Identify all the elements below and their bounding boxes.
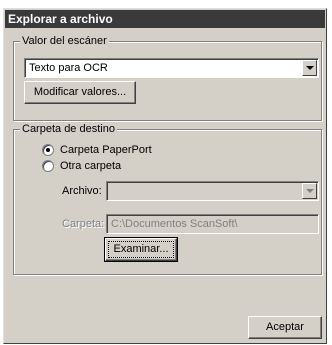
folder-path-field[interactable]: C:\Documentos ScanSoft\ (106, 214, 319, 234)
destination-folder-label: Carpeta de destino (20, 122, 117, 136)
modify-settings-button[interactable]: Modificar valores... (24, 81, 136, 104)
radio-other-folder[interactable]: Otra carpeta (42, 159, 121, 173)
scan-mode-select[interactable]: Texto para OCR (24, 58, 319, 78)
explore-to-file-dialog: Explorar a archivo Valor del escáner Tex… (3, 8, 327, 344)
file-select[interactable] (106, 181, 319, 201)
chevron-down-icon (305, 189, 314, 193)
accept-button-label: Aceptar (266, 321, 304, 333)
file-label: Archivo: (62, 185, 102, 197)
file-dropdown-button[interactable] (302, 183, 317, 199)
folder-path-value: C:\Documentos ScanSoft\ (111, 218, 238, 230)
scan-mode-dropdown-button[interactable] (302, 60, 317, 76)
browse-button[interactable]: Examinar... (104, 237, 178, 262)
radio-paperport-indicator[interactable] (42, 144, 54, 156)
radio-other-label: Otra carpeta (60, 160, 122, 172)
folder-label: Carpeta: (62, 218, 105, 230)
accept-button[interactable]: Aceptar (248, 316, 322, 339)
browse-button-label: Examinar... (108, 241, 174, 258)
radio-selected-dot (46, 148, 50, 152)
dialog-title: Explorar a archivo (5, 10, 325, 28)
radio-paperport-folder[interactable]: Carpeta PaperPort (42, 143, 152, 157)
modify-settings-label: Modificar valores... (33, 86, 127, 98)
radio-paperport-label: Carpeta PaperPort (60, 144, 152, 156)
chevron-down-icon (305, 66, 314, 70)
radio-other-indicator[interactable] (42, 160, 54, 172)
scan-mode-value: Texto para OCR (29, 62, 108, 74)
scanner-settings-label: Valor del escáner (20, 34, 109, 48)
